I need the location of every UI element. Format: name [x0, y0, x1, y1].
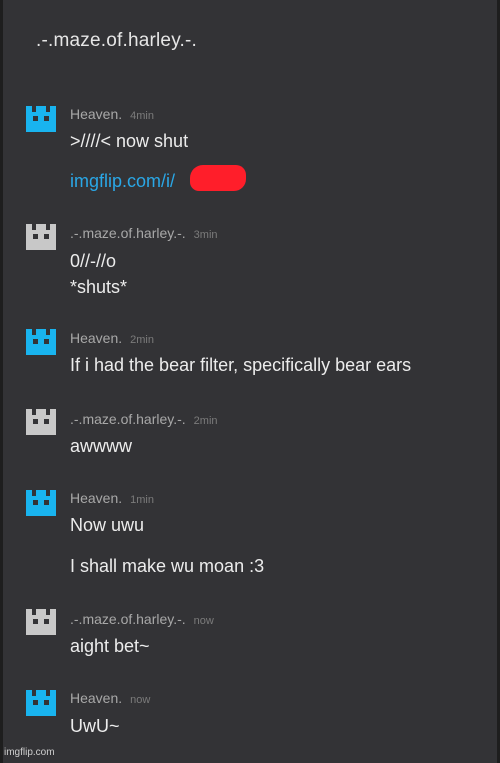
author-name[interactable]: Heaven. — [70, 690, 122, 706]
message-text: >////< now shut — [70, 131, 189, 151]
message-link[interactable]: imgflip.com/i/ — [70, 171, 175, 192]
author-name[interactable]: Heaven. — [70, 330, 122, 346]
message-text: 0//-//o — [70, 251, 117, 271]
timestamp: 2min — [130, 334, 154, 346]
message-text: Now uwu — [70, 515, 145, 535]
avatar-discord-logo-icon[interactable] — [24, 684, 58, 718]
avatar-discord-logo-icon[interactable] — [24, 603, 58, 637]
avatar-discord-logo-icon[interactable] — [24, 403, 58, 437]
message-text: awwww — [70, 436, 133, 456]
timestamp: 1min — [130, 494, 154, 506]
message-header: Heaven. now — [70, 690, 150, 706]
avatar-discord-logo-icon[interactable] — [24, 323, 58, 357]
timestamp: 2min — [193, 415, 218, 427]
message-text: *shuts* — [70, 277, 128, 297]
message-header: .-.maze.of.harley.-. 2min — [70, 411, 218, 427]
avatar-discord-logo-icon[interactable] — [24, 100, 58, 134]
message-text: If i had the bear filter, specifically b… — [70, 355, 412, 375]
message-header: .-.maze.of.harley.-. 3min — [70, 225, 218, 241]
timestamp: 3min — [193, 229, 218, 241]
message-text: aight bet~ — [70, 636, 150, 656]
author-name[interactable]: .-.maze.of.harley.-. — [70, 411, 186, 427]
author-name[interactable]: Heaven. — [70, 106, 122, 122]
message-header: Heaven. 2min — [70, 330, 154, 346]
watermark: imgflip.com — [4, 747, 55, 758]
chat-title: .-.maze.of.harley.-. — [36, 30, 197, 51]
redaction-mark — [190, 165, 246, 191]
timestamp: 4min — [130, 110, 154, 122]
chat-window: .-.maze.of.harley.-. Heaven. 4min >////< … — [0, 0, 500, 763]
message-text: UwU~ — [70, 716, 120, 736]
avatar-discord-logo-icon[interactable] — [24, 218, 58, 252]
message-header: .-.maze.of.harley.-. now — [70, 611, 214, 627]
avatar-discord-logo-icon[interactable] — [24, 484, 58, 518]
message-text: I shall make wu moan :3 — [70, 556, 265, 576]
timestamp: now — [193, 615, 214, 627]
message-header: Heaven. 4min — [70, 106, 154, 122]
author-name[interactable]: .-.maze.of.harley.-. — [70, 611, 186, 627]
message-header: Heaven. 1min — [70, 490, 154, 506]
author-name[interactable]: Heaven. — [70, 490, 122, 506]
author-name[interactable]: .-.maze.of.harley.-. — [70, 225, 186, 241]
timestamp: now — [130, 694, 151, 706]
